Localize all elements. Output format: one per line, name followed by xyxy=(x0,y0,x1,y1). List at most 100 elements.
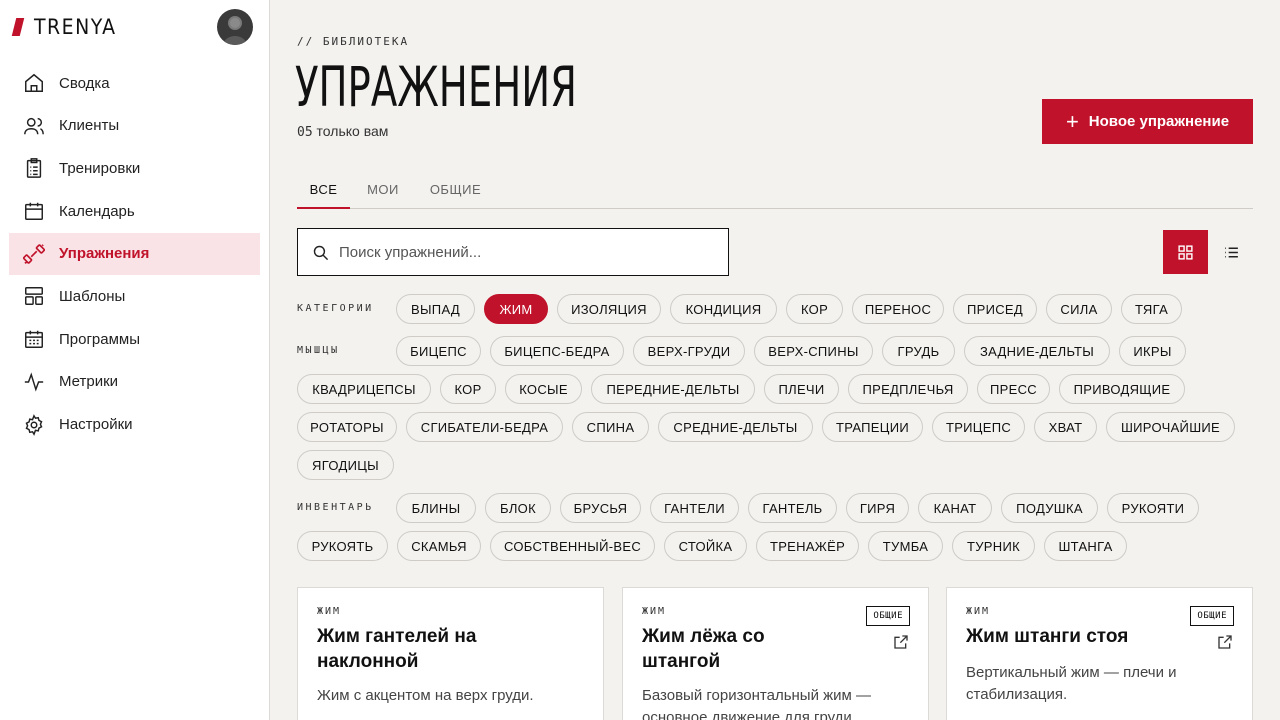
new-exercise-button[interactable]: + Новое упражнение xyxy=(1042,99,1253,144)
sidebar-item-label: Программы xyxy=(59,330,141,348)
search-box xyxy=(297,228,729,276)
sidebar-item-calendar[interactable]: Календарь xyxy=(9,190,260,232)
filter-chip-muscle[interactable]: КВАДРИЦЕПСЫ xyxy=(297,374,431,404)
filter-chip-category[interactable]: ПРИСЕД xyxy=(953,294,1037,324)
brand-mark xyxy=(11,18,25,36)
filter-chip-category[interactable]: ВЫПАД xyxy=(396,294,475,324)
card-title: Жим штанги стоя xyxy=(966,626,1129,647)
filter-chip-muscle[interactable]: СПИНА xyxy=(572,412,649,442)
sidebar-nav: Сводка Клиенты Тренировки Календарь Упра… xyxy=(9,62,260,446)
filter-chip-muscle[interactable]: КОР xyxy=(440,374,496,404)
external-link-icon[interactable] xyxy=(893,634,909,650)
filter-chip-equipment[interactable]: СТОЙКА xyxy=(664,531,747,561)
search-input[interactable] xyxy=(339,243,719,261)
grid-view-button[interactable] xyxy=(1163,230,1208,274)
filter-chip-equipment[interactable]: РУКОЯТЬ xyxy=(297,531,388,561)
filter-chip-equipment[interactable]: ПОДУШКА xyxy=(1001,493,1098,523)
card-title: Жим гантелей на наклонной xyxy=(317,626,477,672)
card-category: ЖИМ xyxy=(317,606,342,617)
grid-icon xyxy=(1178,244,1193,260)
filter-chip-equipment[interactable]: ГИРЯ xyxy=(846,493,909,523)
external-link-icon[interactable] xyxy=(1217,634,1233,650)
sidebar-item-dashboard[interactable]: Сводка xyxy=(9,62,260,104)
plus-icon: + xyxy=(1065,108,1079,134)
categories-label: КАТЕГОРИИ xyxy=(297,303,374,314)
filter-chip-category[interactable]: КОР xyxy=(786,294,843,324)
filter-chip-equipment[interactable]: ГАНТЕЛИ xyxy=(650,493,739,523)
filter-chip-equipment[interactable]: ГАНТЕЛЬ xyxy=(748,493,837,523)
filter-chip-muscle[interactable]: СРЕДНИЕ-ДЕЛЬТЫ xyxy=(658,412,813,442)
sidebar-item-templates[interactable]: Шаблоны xyxy=(9,275,260,317)
filter-chip-equipment[interactable]: БЛИНЫ xyxy=(396,493,476,523)
exercise-card[interactable]: ЖИМ Жим штанги стоя Вертикальный жим — п… xyxy=(946,587,1253,720)
filter-chip-muscle[interactable]: ПРИВОДЯЩИЕ xyxy=(1059,374,1185,404)
breadcrumb: // БИБЛИОТЕКА xyxy=(297,35,410,48)
sidebar-item-label: Сводка xyxy=(59,74,110,92)
filter-chip-muscle[interactable]: РОТАТОРЫ xyxy=(297,412,397,442)
sidebar-item-label: Тренировки xyxy=(59,159,141,177)
sidebar-item-workouts[interactable]: Тренировки xyxy=(9,147,260,189)
filter-chip-muscle[interactable]: ХВАТ xyxy=(1034,412,1097,442)
filter-chip-equipment[interactable]: КАНАТ xyxy=(918,493,992,523)
filter-chip-muscle[interactable]: ШИРОЧАЙШИЕ xyxy=(1106,412,1235,442)
card-description: Вертикальный жим — плечи и стабилизация. xyxy=(966,664,1177,703)
exercise-card[interactable]: ЖИМ Жим гантелей на наклонной Жим с акце… xyxy=(297,587,604,720)
filter-chip-muscle[interactable]: ПЛЕЧИ xyxy=(764,374,839,404)
filter-chip-muscle[interactable]: ВЕРХ-ГРУДИ xyxy=(633,336,745,366)
sidebar-item-label: Клиенты xyxy=(59,117,120,135)
calendar-grid-icon xyxy=(25,330,43,349)
filter-chip-muscle[interactable]: СГИБАТЕЛИ-БЕДРА xyxy=(406,412,563,442)
sidebar-item-programs[interactable]: Программы xyxy=(9,318,260,360)
tab-mine[interactable]: МОИ xyxy=(363,172,403,209)
filter-chip-equipment[interactable]: СОБСТВЕННЫЙ-ВЕС xyxy=(490,531,655,561)
filter-chip-muscle[interactable]: ПЕРЕДНИЕ-ДЕЛЬТЫ xyxy=(591,374,755,404)
sidebar-item-label: Календарь xyxy=(59,202,135,220)
filter-chip-equipment[interactable]: БЛОК xyxy=(485,493,551,523)
page-subtitle: 05 только вам xyxy=(297,123,388,140)
avatar[interactable] xyxy=(217,9,253,45)
filter-chip-muscle[interactable]: ЗАДНИЕ-ДЕЛЬТЫ xyxy=(964,336,1110,366)
tab-all[interactable]: ВСЕ xyxy=(297,172,350,209)
users-icon xyxy=(24,117,44,134)
filter-chip-equipment[interactable]: ТРЕНАЖЁР xyxy=(756,531,859,561)
filter-chip-muscle[interactable]: ПРЕСС xyxy=(977,374,1050,404)
exercise-card[interactable]: ЖИМ Жим лёжа со штангой Базовый горизонт… xyxy=(622,587,929,720)
sidebar: TRENYA Сводка Клиенты Тренировки Календа… xyxy=(0,0,270,720)
sidebar-item-exercises[interactable]: Упражнения xyxy=(9,232,260,275)
filter-chip-muscle[interactable]: ГРУДЬ xyxy=(882,336,955,366)
tab-shared[interactable]: ОБЩИЕ xyxy=(428,172,483,209)
filter-chip-equipment[interactable]: ШТАНГА xyxy=(1044,531,1127,561)
filter-chip-muscle[interactable]: ЯГОДИЦЫ xyxy=(297,450,394,480)
calendar-icon xyxy=(25,202,43,221)
brand-logo[interactable]: TRENYA xyxy=(11,14,117,40)
filter-chip-muscle[interactable]: КОСЫЕ xyxy=(505,374,582,404)
gear-icon xyxy=(25,413,43,436)
filter-chip-equipment[interactable]: СКАМЬЯ xyxy=(397,531,481,561)
sidebar-item-metrics[interactable]: Метрики xyxy=(9,361,260,403)
filter-chip-equipment[interactable]: БРУСЬЯ xyxy=(560,493,641,523)
filter-chip-muscle[interactable]: ИКРЫ xyxy=(1119,336,1186,366)
sidebar-item-settings[interactable]: Настройки xyxy=(9,404,260,446)
brand-name: TRENYA xyxy=(34,15,117,39)
filter-chip-category[interactable]: КОНДИЦИЯ xyxy=(670,294,777,324)
filter-chip-category[interactable]: ИЗОЛЯЦИЯ xyxy=(557,294,661,324)
filter-chip-category[interactable]: СИЛА xyxy=(1046,294,1112,324)
filter-chip-muscle[interactable]: ТРИЦЕПС xyxy=(932,412,1025,442)
sidebar-item-label: Настройки xyxy=(59,416,133,433)
filter-chip-equipment[interactable]: ТУРНИК xyxy=(952,531,1035,561)
filter-chip-muscle[interactable]: ТРАПЕЦИИ xyxy=(822,412,923,442)
filter-chip-category[interactable]: ТЯГА xyxy=(1121,294,1182,324)
sidebar-item-clients[interactable]: Клиенты xyxy=(9,105,260,147)
filter-chip-muscle[interactable]: ПРЕДПЛЕЧЬЯ xyxy=(848,374,968,404)
filter-chip-equipment[interactable]: РУКОЯТИ xyxy=(1107,493,1199,523)
filter-chip-equipment[interactable]: ТУМБА xyxy=(868,531,943,561)
dumbbell-icon xyxy=(23,243,45,264)
clipboard-icon xyxy=(26,158,42,179)
filter-chip-muscle[interactable]: ВЕРХ-СПИНЫ xyxy=(754,336,873,366)
page-title: УПРАЖНЕНИЯ xyxy=(295,55,577,119)
filter-chip-category[interactable]: ПЕРЕНОС xyxy=(852,294,944,324)
filter-chip-muscle[interactable]: БИЦЕПС xyxy=(396,336,481,366)
filter-chip-category[interactable]: ЖИМ xyxy=(484,294,548,324)
list-view-button[interactable] xyxy=(1210,230,1253,274)
filter-chip-muscle[interactable]: БИЦЕПС-БЕДРА xyxy=(490,336,624,366)
